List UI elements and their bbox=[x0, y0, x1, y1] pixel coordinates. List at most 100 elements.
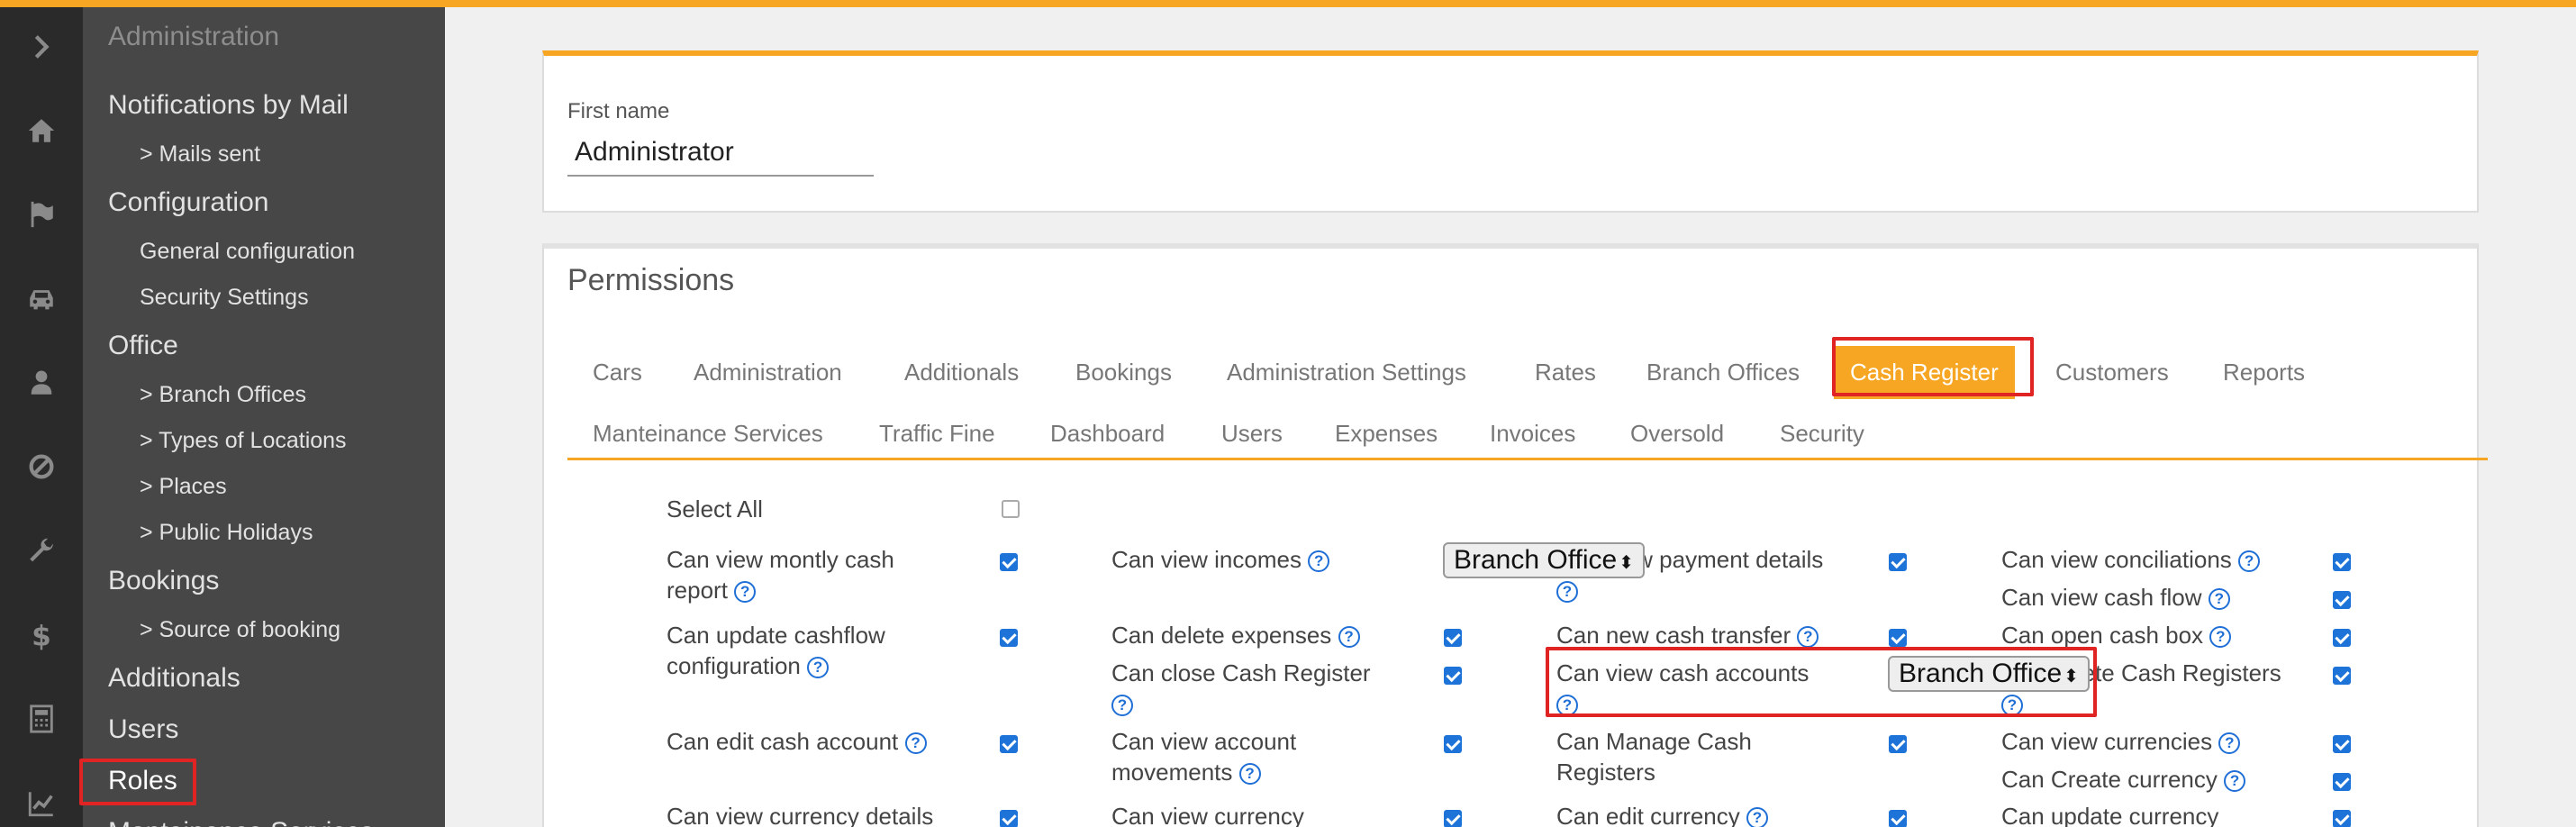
calculator-icon[interactable] bbox=[13, 701, 70, 737]
sidebar-item-additionals[interactable]: Additionals bbox=[108, 663, 240, 694]
tab-administration-settings[interactable]: Administration Settings bbox=[1227, 359, 1466, 386]
tab-maintenance-services[interactable]: Manteinance Services bbox=[593, 420, 823, 448]
perm-view-currency: Can view currency bbox=[1111, 801, 1304, 827]
help-icon[interactable]: ? bbox=[807, 657, 830, 679]
chevron-right-icon[interactable] bbox=[13, 29, 70, 65]
help-icon[interactable]: ? bbox=[1556, 695, 1578, 717]
perm-checkbox[interactable] bbox=[1889, 629, 1907, 647]
sidebar-item-branch-offices[interactable]: > Branch Offices bbox=[140, 382, 306, 408]
perm-checkbox[interactable] bbox=[2333, 591, 2351, 609]
help-icon[interactable]: ? bbox=[1797, 626, 1819, 649]
help-icon[interactable]: ? bbox=[2001, 695, 2023, 717]
tab-expenses[interactable]: Expenses bbox=[1335, 420, 1438, 448]
help-icon[interactable]: ? bbox=[1238, 763, 1261, 786]
perm-label: Can open cash box bbox=[2001, 622, 2204, 649]
help-icon[interactable]: ? bbox=[1746, 807, 1768, 827]
chart-icon[interactable] bbox=[13, 786, 70, 822]
sidebar-item-configuration[interactable]: Configuration bbox=[108, 187, 268, 218]
select-arrow-icon: ⬍ bbox=[2064, 667, 2079, 686]
sidebar-item-administration[interactable]: Administration bbox=[108, 22, 279, 52]
wrench-icon[interactable] bbox=[13, 533, 70, 569]
icon-rail: $ bbox=[0, 0, 83, 827]
perm-view-currencies: Can view currencies ? bbox=[2001, 726, 2241, 757]
help-icon[interactable]: ? bbox=[2208, 588, 2230, 611]
dollar-icon[interactable]: $ bbox=[13, 617, 70, 653]
tab-cash-register[interactable]: Cash Register bbox=[1834, 346, 2015, 399]
tab-customers[interactable]: Customers bbox=[2055, 359, 2169, 386]
tab-oversold[interactable]: Oversold bbox=[1630, 420, 1724, 448]
perm-checkbox[interactable] bbox=[2333, 667, 2351, 685]
branch-office-select[interactable]: Branch Office ⬍ bbox=[1443, 542, 1645, 578]
perm-checkbox[interactable] bbox=[1000, 735, 1018, 753]
sidebar-item-bookings[interactable]: Bookings bbox=[108, 566, 219, 596]
sidebar-item-maintenance[interactable]: Manteinance Services bbox=[108, 817, 374, 827]
perm-manage-cash-registers: Can Manage Cash Registers bbox=[1556, 726, 1752, 787]
ban-icon[interactable] bbox=[13, 449, 70, 485]
perm-checkbox[interactable] bbox=[1000, 629, 1018, 647]
perm-checkbox[interactable] bbox=[1444, 735, 1462, 753]
help-icon[interactable]: ? bbox=[1308, 550, 1330, 573]
first-name-label: First name bbox=[567, 99, 670, 123]
sidebar-item-types-of-locations[interactable]: > Types of Locations bbox=[140, 428, 347, 454]
perm-checkbox[interactable] bbox=[1889, 735, 1907, 753]
help-icon[interactable]: ? bbox=[1338, 626, 1360, 649]
car-icon[interactable] bbox=[13, 281, 70, 317]
perm-checkbox[interactable] bbox=[2333, 629, 2351, 647]
tab-security[interactable]: Security bbox=[1780, 420, 1864, 448]
perm-create-currency: Can Create currency ? bbox=[2001, 764, 2246, 795]
tab-users[interactable]: Users bbox=[1221, 420, 1283, 448]
help-icon[interactable]: ? bbox=[2238, 550, 2261, 573]
perm-checkbox[interactable] bbox=[2333, 735, 2351, 753]
perm-checkbox[interactable] bbox=[2333, 810, 2351, 827]
flag-icon[interactable] bbox=[13, 196, 70, 232]
sidebar-item-roles[interactable]: Roles bbox=[108, 766, 177, 796]
branch-office-select[interactable]: Branch Office ⬍ bbox=[1888, 656, 2090, 692]
tab-rates[interactable]: Rates bbox=[1535, 359, 1596, 386]
sidebar-item-general-configuration[interactable]: General configuration bbox=[140, 239, 355, 265]
tab-dashboard[interactable]: Dashboard bbox=[1050, 420, 1165, 448]
sidebar-item-places[interactable]: > Places bbox=[140, 474, 227, 500]
sidebar-item-notifications[interactable]: Notifications by Mail bbox=[108, 90, 349, 121]
perm-label: Can Create currency bbox=[2001, 766, 2218, 793]
tab-invoices[interactable]: Invoices bbox=[1490, 420, 1575, 448]
perm-checkbox[interactable] bbox=[1889, 553, 1907, 571]
perm-open-cash-box: Can open cash box ? bbox=[2001, 620, 2232, 650]
perm-new-cash-transfer: Can new cash transfer ? bbox=[1556, 620, 1819, 650]
first-name-input[interactable] bbox=[567, 130, 874, 177]
sidebar-item-office[interactable]: Office bbox=[108, 331, 178, 361]
sidebar-item-security-settings[interactable]: Security Settings bbox=[140, 285, 309, 311]
tab-additionals[interactable]: Additionals bbox=[904, 359, 1019, 386]
tab-cars[interactable]: Cars bbox=[593, 359, 642, 386]
help-icon[interactable]: ? bbox=[2209, 626, 2232, 649]
perm-checkbox[interactable] bbox=[2333, 773, 2351, 791]
home-icon[interactable] bbox=[13, 113, 70, 149]
tab-traffic-fine[interactable]: Traffic Fine bbox=[879, 420, 995, 448]
user-icon[interactable] bbox=[13, 365, 70, 401]
tab-administration[interactable]: Administration bbox=[694, 359, 842, 386]
help-icon[interactable]: ? bbox=[2218, 732, 2241, 755]
perm-checkbox[interactable] bbox=[1000, 810, 1018, 827]
perm-label: Can update cashflow bbox=[667, 622, 885, 649]
perm-checkbox[interactable] bbox=[1000, 553, 1018, 571]
tab-reports[interactable]: Reports bbox=[2223, 359, 2305, 386]
help-icon[interactable]: ? bbox=[2224, 770, 2246, 793]
perm-label: Can edit currency bbox=[1556, 803, 1740, 827]
sidebar-item-mails-sent[interactable]: > Mails sent bbox=[140, 141, 260, 168]
perm-label: Can view conciliations bbox=[2001, 546, 2232, 573]
tab-branch-offices[interactable]: Branch Offices bbox=[1646, 359, 1800, 386]
perm-checkbox[interactable] bbox=[1444, 667, 1462, 685]
perm-checkbox[interactable] bbox=[1444, 810, 1462, 827]
help-icon[interactable]: ? bbox=[904, 732, 927, 755]
sidebar-item-users[interactable]: Users bbox=[108, 714, 178, 745]
perm-checkbox[interactable] bbox=[2333, 553, 2351, 571]
select-all-checkbox[interactable] bbox=[1002, 500, 1020, 518]
tab-bookings[interactable]: Bookings bbox=[1075, 359, 1172, 386]
help-icon[interactable]: ? bbox=[1556, 581, 1578, 604]
help-icon[interactable]: ? bbox=[734, 581, 757, 604]
sidebar-item-public-holidays[interactable]: > Public Holidays bbox=[140, 520, 313, 546]
perm-checkbox[interactable] bbox=[1444, 629, 1462, 647]
help-icon[interactable]: ? bbox=[1111, 695, 1133, 717]
perm-label: Can new cash transfer bbox=[1556, 622, 1791, 649]
perm-checkbox[interactable] bbox=[1889, 810, 1907, 827]
sidebar-item-source-of-booking[interactable]: > Source of booking bbox=[140, 617, 340, 643]
